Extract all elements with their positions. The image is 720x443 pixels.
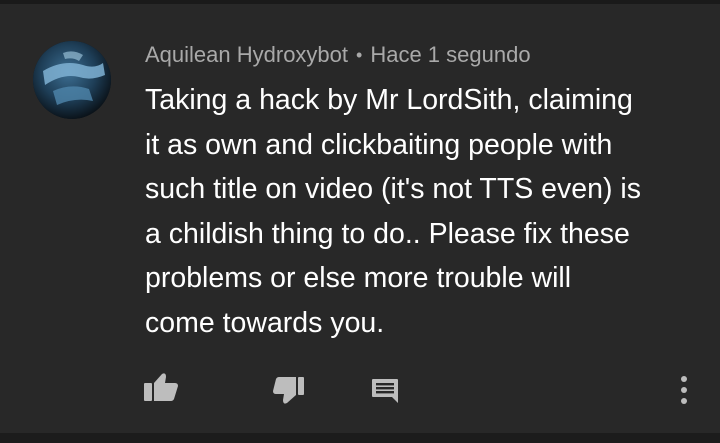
author-name[interactable]: Aquilean Hydroxybot	[145, 42, 348, 68]
reply-comment-icon[interactable]	[371, 378, 399, 404]
comment-text: Taking a hack by Mr LordSith, claiming i…	[145, 84, 641, 339]
thumbs-down-icon[interactable]	[272, 376, 304, 406]
avatar-icon	[33, 41, 111, 119]
comment-timestamp[interactable]: Hace 1 segundo	[370, 42, 530, 68]
bottom-divider	[0, 433, 720, 443]
avatar[interactable]	[33, 41, 111, 119]
more-vertical-icon[interactable]	[672, 374, 696, 406]
comment-header: Aquilean Hydroxybot • Hace 1 segundo	[145, 39, 531, 71]
comment-thread-item: Aquilean Hydroxybot • Hace 1 segundo Tak…	[0, 4, 720, 433]
meta-separator: •	[356, 44, 363, 65]
thumbs-up-icon[interactable]	[143, 372, 179, 402]
